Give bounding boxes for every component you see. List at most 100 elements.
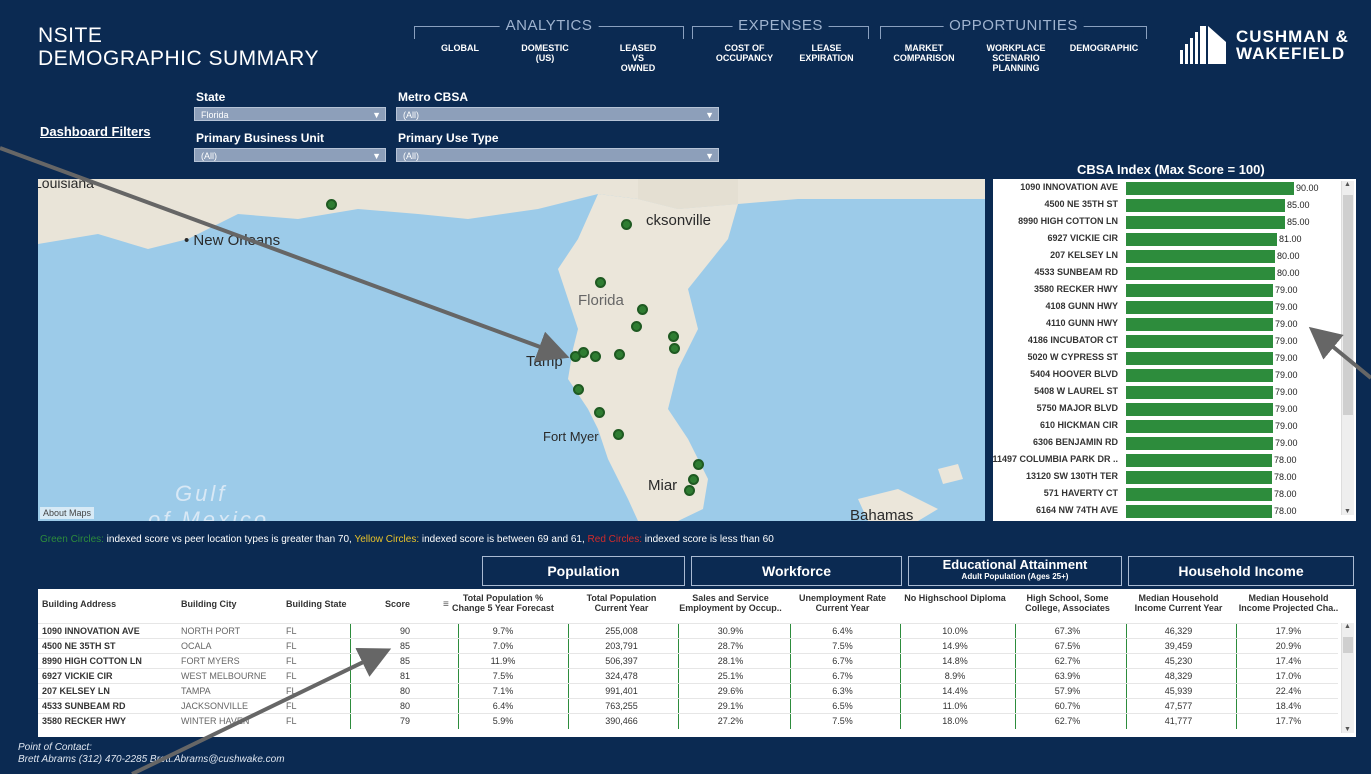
cbsa-scrollbar[interactable]: ▲ ▼ bbox=[1341, 181, 1354, 515]
table-scroll-thumb[interactable] bbox=[1343, 637, 1353, 653]
location-map[interactable]: Louisiana • New Orleans cksonville Flori… bbox=[38, 179, 985, 521]
nav-workplace-button[interactable]: WORKPLACE SCENARIO PLANNING bbox=[981, 43, 1051, 73]
table-row[interactable]: 6927 VICKIE CIR WEST MELBOURNE FL 81 7.5% 324… bbox=[38, 668, 1338, 684]
column-header[interactable]: Median Household Income Current Year bbox=[1126, 593, 1231, 613]
cbsa-row[interactable]: 8990 HIGH COTTON LN 85.00 bbox=[993, 214, 1339, 231]
cbsa-row[interactable]: 4533 SUNBEAM RD 80.00 bbox=[993, 265, 1339, 282]
cbsa-bar[interactable] bbox=[1126, 454, 1272, 467]
cbsa-bar[interactable] bbox=[1126, 471, 1272, 484]
nav-lease-expiration-button[interactable]: LEASE EXPIRATION bbox=[794, 43, 859, 63]
column-header[interactable]: Total Population % Change 5 Year Forecas… bbox=[443, 593, 563, 613]
column-header[interactable]: Building Address bbox=[42, 599, 172, 609]
column-header[interactable]: Building State bbox=[286, 599, 356, 609]
cbsa-bar[interactable] bbox=[1126, 403, 1273, 416]
cbsa-bar[interactable] bbox=[1126, 386, 1273, 399]
nav-cost-button[interactable]: COST OF OCCUPANCY bbox=[712, 43, 777, 63]
cbsa-bar[interactable] bbox=[1126, 233, 1277, 246]
map-location-dot[interactable] bbox=[631, 321, 642, 332]
column-header[interactable]: Building City bbox=[181, 599, 281, 609]
nav-market-button[interactable]: MARKET COMPARISON bbox=[889, 43, 959, 63]
cbsa-row[interactable]: 6927 VICKIE CIR 81.00 bbox=[993, 231, 1339, 248]
cbsa-row[interactable]: 3580 RECKER HWY 79.00 bbox=[993, 282, 1339, 299]
cbsa-bar[interactable] bbox=[1126, 335, 1273, 348]
cbsa-bar[interactable] bbox=[1126, 284, 1273, 297]
cbsa-bar[interactable] bbox=[1126, 488, 1272, 501]
map-location-dot[interactable] bbox=[613, 429, 624, 440]
cbsa-bar[interactable] bbox=[1126, 318, 1273, 331]
map-location-dot[interactable] bbox=[594, 407, 605, 418]
column-header[interactable]: Sales and Service Employment by Occup.. bbox=[678, 593, 783, 613]
map-location-dot[interactable] bbox=[614, 349, 625, 360]
about-maps-link[interactable]: About Maps bbox=[40, 507, 95, 519]
map-location-dot[interactable] bbox=[590, 351, 601, 362]
cbsa-row[interactable]: 6306 BENJAMIN RD 79.00 bbox=[993, 435, 1339, 452]
cbsa-row[interactable]: 4110 GUNN HWY 79.00 bbox=[993, 316, 1339, 333]
cbsa-bar[interactable] bbox=[1126, 505, 1272, 518]
nav-demographic-button[interactable]: DEMOGRAPHIC bbox=[1064, 43, 1144, 53]
scroll-up-icon[interactable]: ▲ bbox=[1344, 181, 1351, 188]
map-location-dot[interactable] bbox=[668, 331, 679, 342]
cbsa-row[interactable]: 1090 INNOVATION AVE 90.00 bbox=[993, 180, 1339, 197]
cbsa-scroll-thumb[interactable] bbox=[1343, 195, 1353, 415]
cbsa-row[interactable]: 4500 NE 35TH ST 85.00 bbox=[993, 197, 1339, 214]
cbsa-row[interactable]: 5750 MAJOR BLVD 79.00 bbox=[993, 401, 1339, 418]
scroll-up-icon[interactable]: ▲ bbox=[1344, 623, 1351, 630]
column-header[interactable]: Total Population Current Year bbox=[569, 593, 674, 613]
nav-domestic-button[interactable]: DOMESTIC (US) bbox=[515, 43, 575, 63]
table-row[interactable]: 3580 RECKER HWY WINTER HAVEN FL 79 5.9% 390,4… bbox=[38, 713, 1338, 729]
nav-leased-button[interactable]: LEASED VS OWNED bbox=[608, 43, 668, 73]
cbsa-row[interactable]: 5408 W LAUREL ST 79.00 bbox=[993, 384, 1339, 401]
column-header[interactable]: High School, Some College, Associates bbox=[1015, 593, 1120, 613]
metro-cbsa-select[interactable]: (All) ▼ bbox=[396, 107, 719, 121]
table-row[interactable]: 207 KELSEY LN TAMPA FL 80 7.1% 991,401 29.6% 6.… bbox=[38, 683, 1338, 699]
cbsa-bar[interactable] bbox=[1126, 352, 1273, 365]
map-location-dot[interactable] bbox=[684, 485, 695, 496]
map-location-dot[interactable] bbox=[669, 343, 680, 354]
cbsa-row[interactable]: 207 KELSEY LN 80.00 bbox=[993, 248, 1339, 265]
map-location-dot[interactable] bbox=[693, 459, 704, 470]
cbsa-bar[interactable] bbox=[1126, 420, 1273, 433]
column-header[interactable]: Unemployment Rate Current Year bbox=[790, 593, 895, 613]
cbsa-bar[interactable] bbox=[1126, 267, 1275, 280]
cbsa-row[interactable]: 13120 SW 130TH TER 78.00 bbox=[993, 469, 1339, 486]
cbsa-bar[interactable] bbox=[1126, 301, 1273, 314]
cbsa-row[interactable]: 11497 COLUMBIA PARK DR .. 78.00 bbox=[993, 452, 1339, 469]
table-row[interactable]: 1090 INNOVATION AVE NORTH PORT FL 90 9.7% 255… bbox=[38, 623, 1338, 639]
column-header[interactable]: Median Household Income Projected Cha.. bbox=[1236, 593, 1341, 613]
table-cell: 8990 HIGH COTTON LN bbox=[42, 656, 142, 666]
nav-global-button[interactable]: GLOBAL bbox=[435, 43, 485, 53]
table-scrollbar[interactable]: ▲ ▼ bbox=[1341, 623, 1354, 733]
map-location-dot[interactable] bbox=[688, 474, 699, 485]
table-row[interactable]: 4533 SUNBEAM RD JACKSONVILLE FL 80 6.4% 763,2… bbox=[38, 698, 1338, 714]
cbsa-row[interactable]: 571 HAVERTY CT 78.00 bbox=[993, 486, 1339, 503]
cbsa-row[interactable]: 4186 INCUBATOR CT 79.00 bbox=[993, 333, 1339, 350]
cbsa-row[interactable]: 610 HICKMAN CIR 79.00 bbox=[993, 418, 1339, 435]
scroll-down-icon[interactable]: ▼ bbox=[1344, 726, 1351, 733]
cbsa-row[interactable]: 5020 W CYPRESS ST 79.00 bbox=[993, 350, 1339, 367]
map-location-dot[interactable] bbox=[621, 219, 632, 230]
cbsa-bar[interactable] bbox=[1126, 182, 1294, 195]
primary-use-type-select[interactable]: (All) ▼ bbox=[396, 148, 719, 162]
map-location-dot[interactable] bbox=[326, 199, 337, 210]
map-location-dot[interactable] bbox=[637, 304, 648, 315]
column-header[interactable]: Score bbox=[360, 599, 410, 609]
dashboard-filters-link[interactable]: Dashboard Filters bbox=[40, 124, 151, 139]
cbsa-row[interactable]: 4108 GUNN HWY 79.00 bbox=[993, 299, 1339, 316]
cbsa-row[interactable]: 6164 NW 74TH AVE 78.00 bbox=[993, 503, 1339, 520]
column-header[interactable]: No Highschool Diploma bbox=[900, 593, 1010, 603]
table-row[interactable]: 4500 NE 35TH ST OCALA FL 85 7.0% 203,791 28.7%… bbox=[38, 638, 1338, 654]
map-location-dot[interactable] bbox=[595, 277, 606, 288]
cbsa-bar[interactable] bbox=[1126, 199, 1285, 212]
map-location-dot[interactable] bbox=[578, 347, 589, 358]
cbsa-bar[interactable] bbox=[1126, 369, 1273, 382]
sort-icon[interactable]: ≡ bbox=[443, 599, 449, 610]
state-select[interactable]: Florida ▼ bbox=[194, 107, 386, 121]
cbsa-bar[interactable] bbox=[1126, 437, 1273, 450]
scroll-down-icon[interactable]: ▼ bbox=[1344, 508, 1351, 515]
map-location-dot[interactable] bbox=[573, 384, 584, 395]
cbsa-bar[interactable] bbox=[1126, 216, 1285, 229]
table-row[interactable]: 8990 HIGH COTTON LN FORT MYERS FL 85 11.9% 50… bbox=[38, 653, 1338, 669]
primary-business-unit-select[interactable]: (All) ▼ bbox=[194, 148, 386, 162]
cbsa-row[interactable]: 5404 HOOVER BLVD 79.00 bbox=[993, 367, 1339, 384]
cbsa-bar[interactable] bbox=[1126, 250, 1275, 263]
